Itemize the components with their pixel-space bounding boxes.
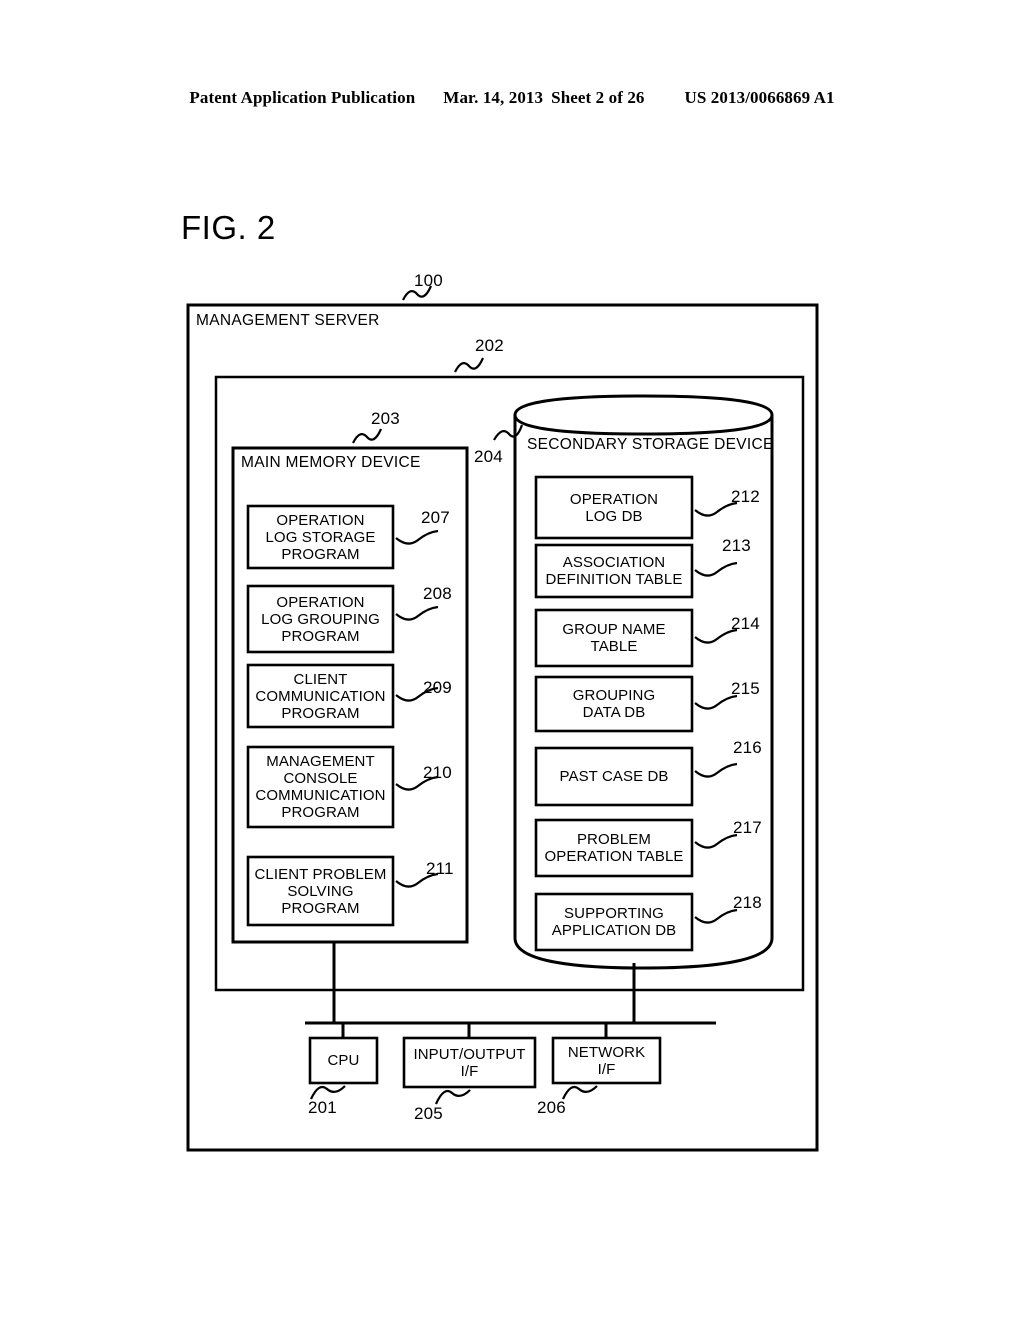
leader-218: [694, 908, 738, 924]
leader-205: [434, 1089, 471, 1105]
main-memory-label: MAIN MEMORY DEVICE: [241, 454, 421, 471]
store-label-218: SUPPORTING APPLICATION DB: [551, 905, 677, 939]
leader-204: [493, 424, 524, 441]
ref-216: 216: [733, 738, 762, 757]
leader-203: [352, 428, 383, 444]
cylinder-top-ellipse: [513, 414, 774, 436]
ref-205: 205: [414, 1104, 443, 1123]
leader-217: [694, 833, 738, 849]
leader-202: [454, 357, 485, 373]
peripheral-label-205: INPUT/OUTPUT I/F: [413, 1045, 526, 1080]
patent-number: US 2013/0066869 A1: [684, 88, 835, 107]
ref-207: 207: [421, 508, 450, 527]
peripheral-label-206: NETWORK I/F: [567, 1043, 646, 1078]
management-server-label: MANAGEMENT SERVER: [196, 312, 380, 329]
ref-217: 217: [733, 818, 762, 837]
ref-208: 208: [423, 584, 452, 603]
module-label-207: OPERATION LOG STORAGE PROGRAM: [265, 511, 376, 563]
ref-202: 202: [475, 336, 504, 355]
ref-210: 210: [423, 763, 452, 782]
page-header: Patent Application Publication Mar. 14, …: [0, 88, 1024, 108]
module-label-208: OPERATION LOG GROUPING PROGRAM: [261, 593, 380, 645]
leader-206: [562, 1085, 598, 1100]
ref-204: 204: [474, 447, 503, 466]
store-label-215: GROUPING DATA DB: [572, 687, 656, 721]
module-label-210: MANAGEMENT CONSOLE COMMUNICATION PROGRAM: [255, 753, 386, 821]
ref-211: 211: [426, 859, 454, 878]
leader-216: [694, 762, 738, 778]
module-label-209: CLIENT COMMUNICATION PROGRAM: [255, 670, 386, 722]
ref-213: 213: [722, 536, 751, 555]
peripheral-label-201: CPU: [327, 1052, 360, 1069]
module-label-211: CLIENT PROBLEM SOLVING PROGRAM: [254, 865, 387, 917]
leader-208: [395, 605, 439, 621]
figure-diagram: [186, 285, 819, 1152]
store-label-213: ASSOCIATION DEFINITION TABLE: [545, 554, 683, 588]
ref-203: 203: [371, 409, 400, 428]
publication-date: Mar. 14, 2013: [443, 88, 544, 107]
leader-213: [694, 561, 738, 577]
secondary-storage-label: SECONDARY STORAGE DEVICE: [527, 436, 774, 453]
ref-201: 201: [308, 1098, 337, 1117]
store-label-214: GROUP NAME TABLE: [562, 621, 666, 655]
ref-212: 212: [731, 487, 760, 506]
ref-209: 209: [423, 678, 452, 697]
sheet-number: Sheet 2 of 26: [551, 88, 645, 107]
ref-100: 100: [414, 271, 443, 290]
publication-label: Patent Application Publication: [189, 88, 416, 107]
management-server-outline: [186, 303, 819, 1152]
ref-214: 214: [731, 614, 760, 633]
ref-218: 218: [733, 893, 762, 912]
ref-215: 215: [731, 679, 760, 698]
store-label-216: PAST CASE DB: [559, 768, 669, 785]
ref-206: 206: [537, 1098, 566, 1117]
leader-207: [395, 529, 439, 545]
figure-title: FIG. 2: [181, 209, 276, 246]
store-label-212: OPERATION LOG DB: [569, 490, 659, 525]
store-label-217: PROBLEM OPERATION TABLE: [544, 831, 684, 865]
